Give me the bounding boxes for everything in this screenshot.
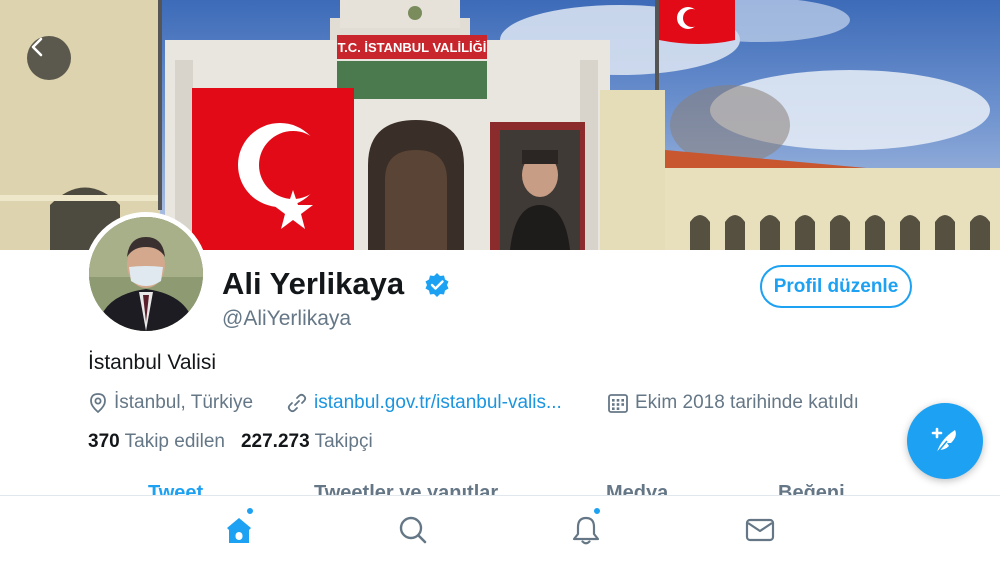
followers-label: Takipçi <box>314 431 373 452</box>
nav-messages[interactable] <box>740 510 780 550</box>
following-stat[interactable]: 370 Takip edilen <box>88 431 225 453</box>
location-pin-icon <box>90 393 106 414</box>
nav-home[interactable] <box>219 507 259 550</box>
link-icon <box>287 393 307 413</box>
following-label: Takip edilen <box>124 431 225 452</box>
user-handle: @AliYerlikaya <box>222 307 352 330</box>
tab-tweets-and-replies[interactable]: Tweetler ve yanıtlar <box>314 482 498 496</box>
tab-tweets[interactable]: Tweet <box>148 482 203 496</box>
notifications-icon <box>572 516 600 545</box>
tab-likes[interactable]: Beğeni <box>778 482 845 496</box>
profile-website[interactable]: istanbul.gov.tr/istanbul-valis... <box>286 390 562 416</box>
followers-stat[interactable]: 227.273 Takipçi <box>241 431 373 453</box>
display-name: Ali Yerlikaya <box>222 266 405 301</box>
avatar[interactable] <box>84 212 208 336</box>
profile-joined: Ekim 2018 tarihinde katıldı <box>607 390 859 416</box>
compose-tweet-button[interactable] <box>907 403 983 479</box>
search-icon <box>399 516 427 544</box>
home-icon <box>227 518 251 543</box>
back-button[interactable] <box>27 36 71 80</box>
profile-tabs: Tweet Tweetler ve yanıtlar Medya Beğeni <box>0 480 1000 496</box>
joined-text: Ekim 2018 tarihinde katıldı <box>635 392 859 413</box>
verified-badge-icon <box>425 273 449 297</box>
profile-bio: İstanbul Valisi <box>88 351 217 374</box>
edit-profile-button[interactable]: Profil düzenle <box>760 265 912 308</box>
bottom-nav <box>0 495 1000 562</box>
nav-notifications[interactable] <box>566 507 606 550</box>
website-link[interactable]: istanbul.gov.tr/istanbul-valis... <box>314 392 562 414</box>
profile-stats: 370 Takip edilen 227.273 Takipçi <box>88 431 389 453</box>
compose-feather-icon <box>931 427 956 455</box>
calendar-icon <box>608 394 628 413</box>
location-text: İstanbul, Türkiye <box>114 392 254 413</box>
building-sign: T.C. İSTANBUL VALİLİĞİ <box>338 40 487 55</box>
notifications-badge-dot <box>593 507 601 515</box>
following-count: 370 <box>88 431 120 452</box>
tab-media[interactable]: Medya <box>606 482 668 496</box>
followers-count: 227.273 <box>240 431 310 452</box>
home-notification-dot <box>246 507 254 515</box>
avatar-photo <box>89 217 203 331</box>
nav-search[interactable] <box>393 510 433 550</box>
messages-icon <box>745 518 775 542</box>
profile-location: İstanbul, Türkiye <box>88 390 253 416</box>
chevron-left-icon <box>31 37 43 57</box>
